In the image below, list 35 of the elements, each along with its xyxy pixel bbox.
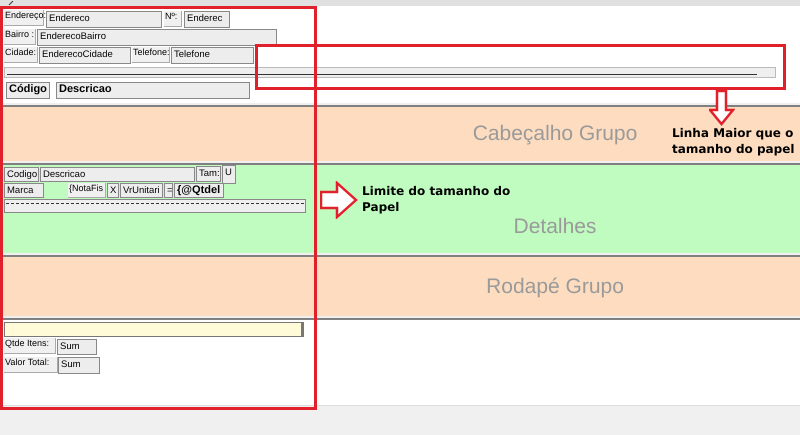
field-label[interactable]: Cidade: <box>4 47 38 63</box>
report-field[interactable]: Código <box>6 82 50 99</box>
report-field[interactable]: VrUnitari <box>120 183 163 198</box>
section-watermark: Detalhes <box>514 214 596 239</box>
report-field[interactable]: U <box>222 165 236 184</box>
field-label[interactable]: Bairro : <box>4 29 36 45</box>
section-watermark: Cabeçalho Grupo <box>472 122 638 146</box>
scroll-left-icon[interactable] <box>8 1 14 6</box>
report-field[interactable]: EnderecoCidade <box>39 47 131 64</box>
report-field[interactable]: Enderec <box>184 11 230 28</box>
report-field[interactable]: Descricao <box>56 82 250 99</box>
report-field[interactable]: Endereco <box>46 11 162 28</box>
annotation-text: Linha Maior que o tamanho do papel <box>672 126 796 158</box>
report-field[interactable]: X <box>107 183 119 198</box>
report-field[interactable]: Sum <box>57 339 97 355</box>
field-label[interactable]: {NotaFis <box>68 183 106 198</box>
report-field[interactable]: EnderecoBairro <box>37 29 277 46</box>
report-field[interactable]: {@Qtdel <box>174 183 224 198</box>
line-object[interactable] <box>4 67 776 78</box>
field-label[interactable]: Telefone: <box>132 47 170 63</box>
report-field[interactable]: Tam: <box>196 166 221 182</box>
report-field[interactable]: Telefone <box>171 47 254 64</box>
report-field[interactable]: Marca <box>4 183 44 198</box>
report-field[interactable]: = <box>164 183 173 198</box>
dashed-line-object[interactable] <box>4 199 306 213</box>
field-label[interactable]: Endereço: <box>4 10 44 26</box>
section-watermark: Rodapé Grupo <box>486 274 624 298</box>
annotation-text: Limite do tamanho do Papel <box>362 184 512 216</box>
report-field[interactable]: Codigo <box>4 167 39 182</box>
field-label[interactable]: Qtde Itens: <box>4 338 56 354</box>
report-field[interactable]: Sum <box>58 357 100 374</box>
field-label[interactable]: Nº: <box>164 11 182 27</box>
field-label[interactable]: Valor Total: <box>4 357 58 373</box>
report-field[interactable]: Descricao <box>40 167 195 182</box>
arrow-icon <box>320 181 358 219</box>
